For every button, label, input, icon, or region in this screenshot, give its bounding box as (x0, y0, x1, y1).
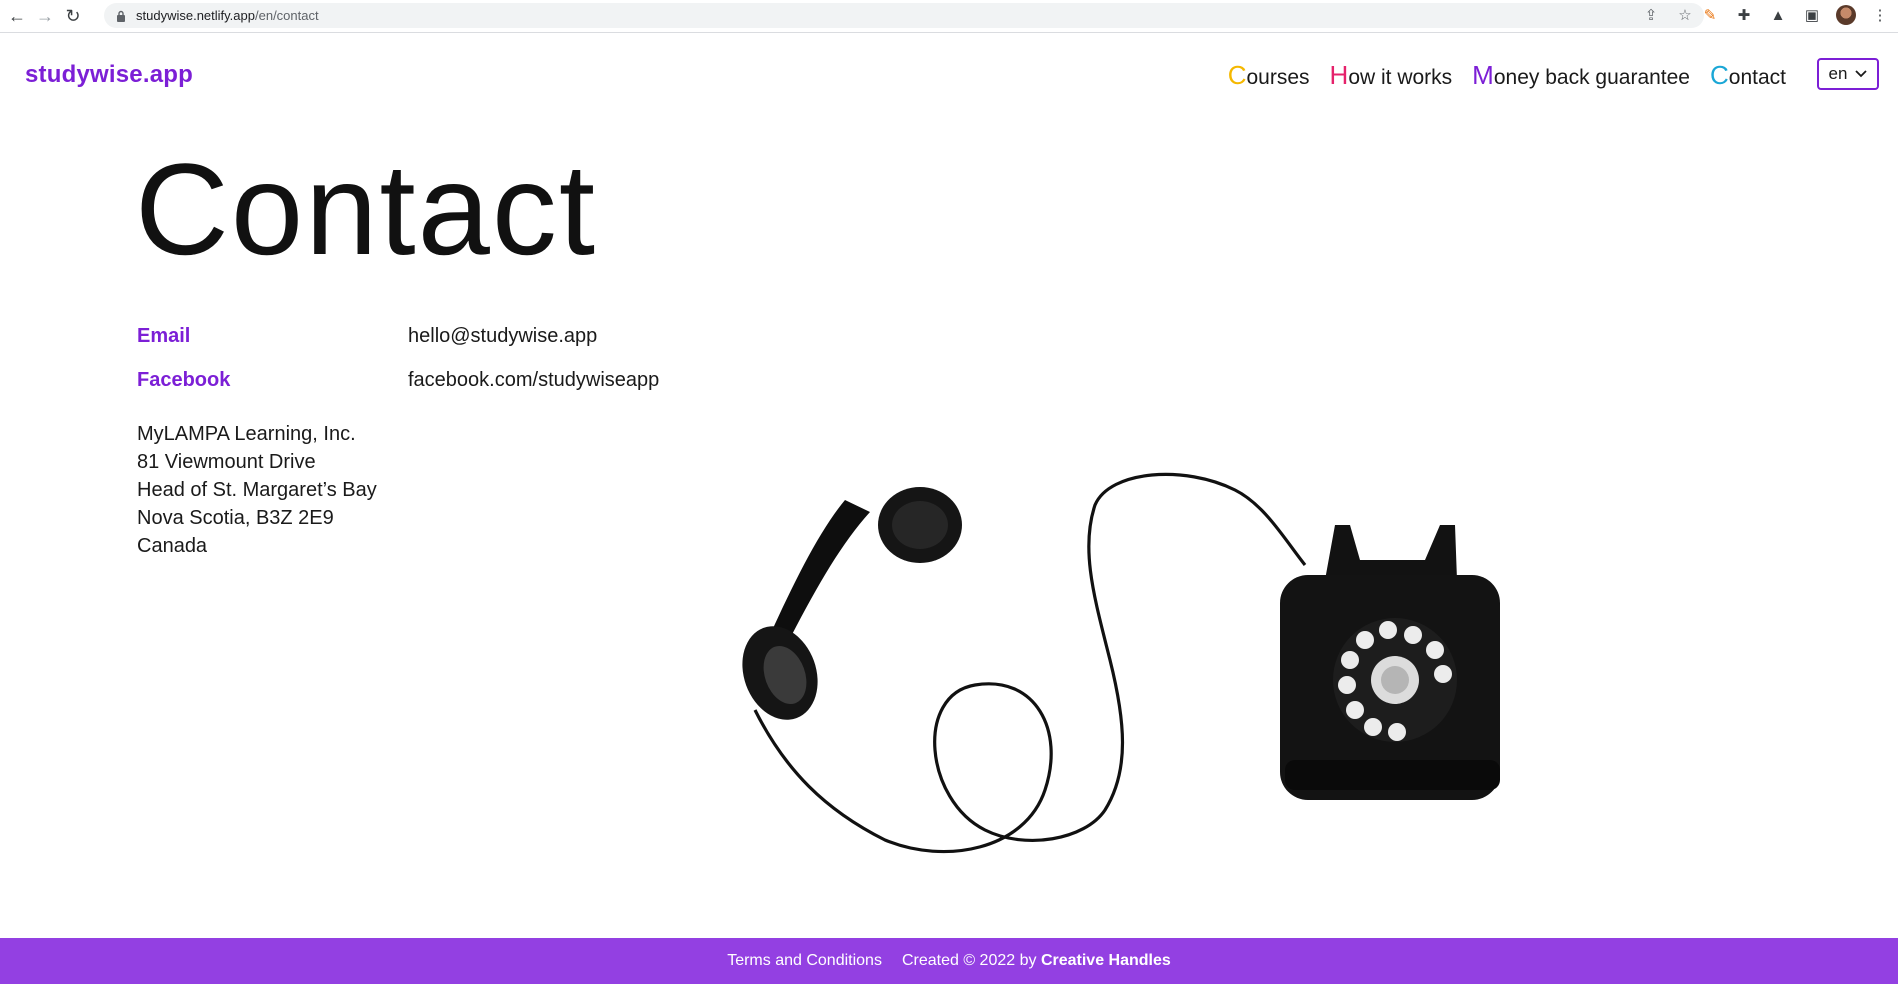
sidebar-icon[interactable]: ▣ (1802, 5, 1822, 25)
address-line: Nova Scotia, B3Z 2E9 (137, 507, 334, 529)
creative-handles-link[interactable]: Creative Handles (1041, 952, 1171, 969)
address-line: Head of St. Margaret’s Bay (137, 479, 377, 501)
telephone-base-icon (1280, 525, 1500, 800)
browser-toolbar: ← → ↻ studywise.netlify.app/en/contact ⇪… (0, 0, 1898, 33)
address-line: MyLAMPA Learning, Inc. (137, 423, 356, 445)
rotary-telephone-image (742, 472, 1500, 854)
flask-icon[interactable]: ▲ (1768, 5, 1788, 25)
avatar[interactable] (1836, 5, 1856, 25)
handset-icon (742, 487, 962, 720)
nav-contact[interactable]: Contact (1710, 60, 1786, 91)
facebook-row: Facebook facebook.com/studywiseapp (137, 369, 659, 392)
site-footer: Terms and Conditions Created © 2022 by C… (0, 938, 1898, 984)
email-label: Email (137, 325, 191, 347)
site-logo[interactable]: studywise.app (25, 61, 193, 89)
facebook-label: Facebook (137, 369, 231, 391)
nav-how-it-works[interactable]: How it works (1330, 60, 1453, 91)
chevron-down-icon (1855, 70, 1868, 78)
address-line: 81 Viewmount Drive (137, 451, 316, 473)
email-row: Email hello@studywise.app (137, 325, 597, 348)
main-nav: Courses How it works Money back guarante… (1228, 60, 1786, 91)
language-value: en (1828, 64, 1848, 83)
forward-arrow-icon[interactable]: → (34, 5, 56, 27)
nav-money-back-guarantee[interactable]: Money back guarantee (1472, 60, 1690, 91)
extension-icon[interactable]: ✎ (1700, 5, 1720, 25)
footer-credit: Created © 2022 by Creative Handles (901, 952, 1171, 969)
nav-courses[interactable]: Courses (1228, 60, 1310, 91)
share-icon[interactable]: ⇪ (1642, 6, 1660, 24)
terms-link[interactable]: Terms and Conditions (727, 952, 882, 970)
address-line: Canada (137, 535, 208, 557)
kebab-menu-icon[interactable]: ⋮ (1870, 5, 1890, 25)
address-bar[interactable]: studywise.netlify.app/en/contact ⇪ ☆ (104, 3, 1704, 28)
url-text: studywise.netlify.app/en/contact (136, 8, 319, 23)
language-select[interactable]: en (1817, 58, 1879, 90)
postal-address: MyLAMPA Learning, Inc. 81 Viewmount Driv… (137, 420, 377, 560)
email-link[interactable]: hello@studywise.app (408, 325, 597, 348)
back-arrow-icon[interactable]: ← (6, 5, 28, 27)
page-title: Contact (135, 136, 598, 282)
puzzle-icon[interactable]: ✚ (1734, 5, 1754, 25)
lock-icon (117, 10, 125, 22)
reload-icon[interactable]: ↻ (62, 5, 84, 27)
bookmark-star-icon[interactable]: ☆ (1676, 6, 1694, 24)
facebook-link[interactable]: facebook.com/studywiseapp (408, 369, 659, 392)
